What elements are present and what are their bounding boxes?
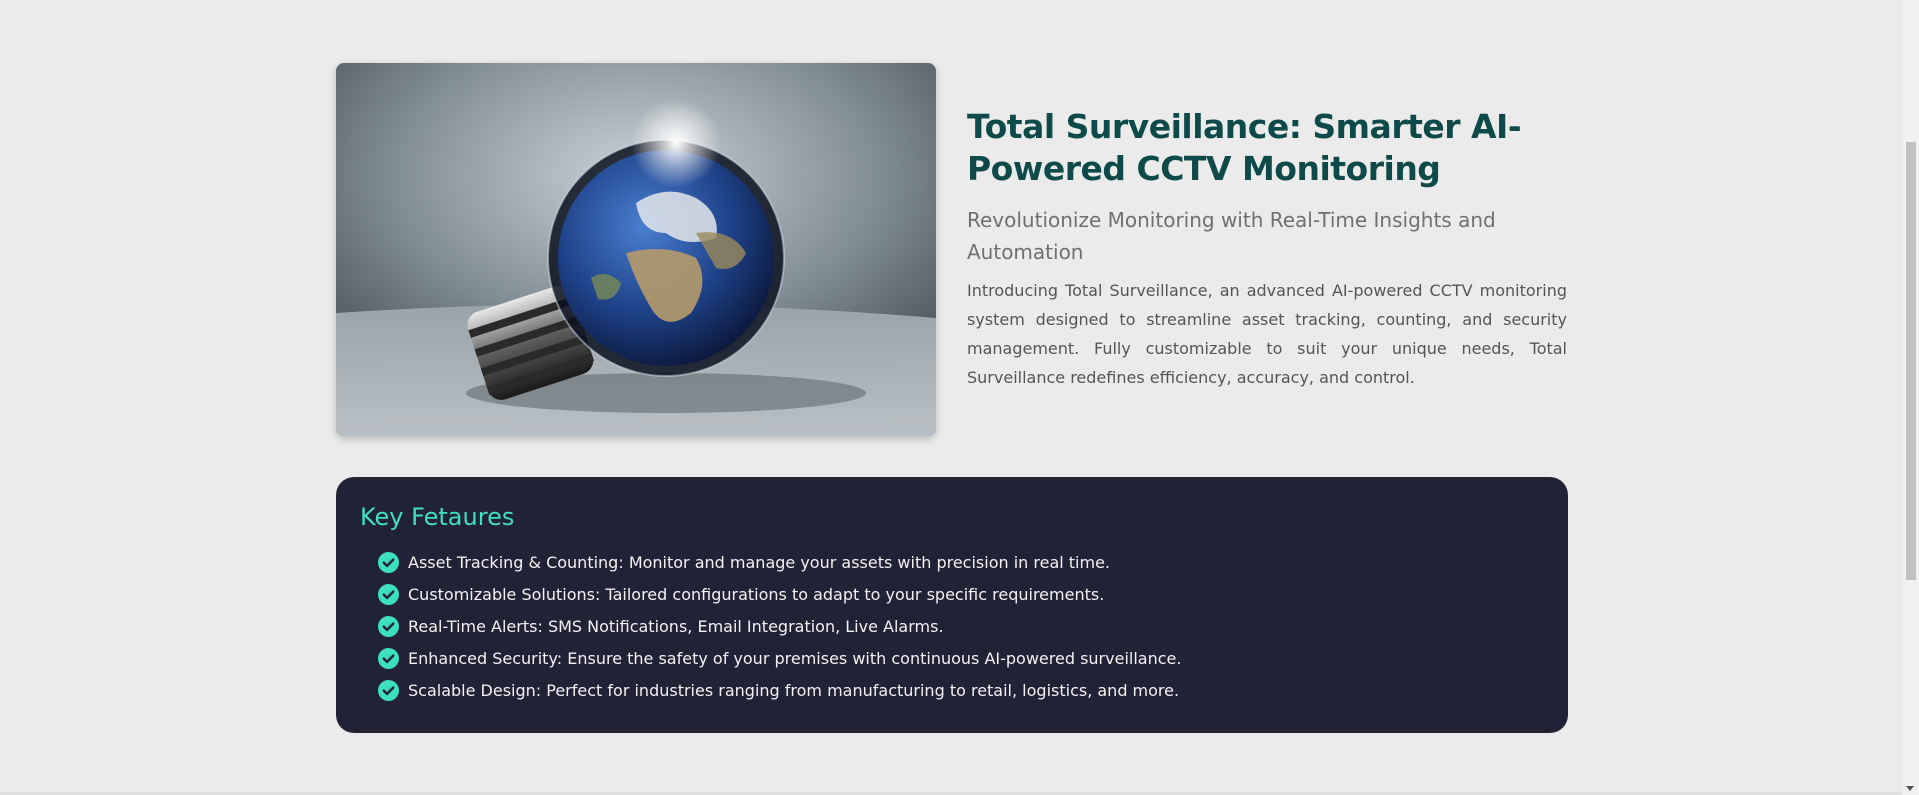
check-circle-icon bbox=[378, 647, 399, 669]
check-circle-icon bbox=[378, 615, 399, 637]
key-features-title: Key Fetaures bbox=[360, 503, 515, 531]
page: Total Surveillance: Smarter AI-Powered C… bbox=[0, 0, 1919, 795]
list-item: Asset Tracking & Counting: Monitor and m… bbox=[378, 546, 1544, 578]
feature-list: Asset Tracking & Counting: Monitor and m… bbox=[360, 546, 1544, 706]
feature-text: Scalable Design: Perfect for industries … bbox=[408, 680, 1180, 700]
check-circle-icon bbox=[378, 551, 399, 573]
scrollbar-thumb[interactable] bbox=[1906, 142, 1916, 580]
list-item: Real-Time Alerts: SMS Notifications, Ema… bbox=[378, 610, 1544, 642]
list-item: Customizable Solutions: Tailored configu… bbox=[378, 578, 1544, 610]
list-item: Scalable Design: Perfect for industries … bbox=[378, 674, 1544, 706]
page-title: Total Surveillance: Smarter AI-Powered C… bbox=[967, 107, 1522, 188]
feature-text: Real-Time Alerts: SMS Notifications, Ema… bbox=[408, 616, 944, 636]
check-circle-icon bbox=[378, 583, 399, 605]
list-item: Enhanced Security: Ensure the safety of … bbox=[378, 642, 1544, 674]
feature-text: Asset Tracking & Counting: Monitor and m… bbox=[408, 552, 1111, 572]
check-circle-icon bbox=[378, 679, 399, 701]
intro-description: Introducing Total Surveillance, an advan… bbox=[967, 281, 1567, 387]
intro-section: Total Surveillance: Smarter AI-Powered C… bbox=[967, 106, 1567, 392]
vertical-scrollbar[interactable] bbox=[1902, 0, 1919, 795]
feature-text: Enhanced Security: Ensure the safety of … bbox=[408, 648, 1182, 668]
page-subtitle: Revolutionize Monitoring with Real-Time … bbox=[967, 208, 1496, 264]
scroll-down-arrow-icon[interactable] bbox=[1906, 786, 1914, 791]
feature-text: Customizable Solutions: Tailored configu… bbox=[408, 584, 1105, 604]
key-features-panel: Key Fetaures Asset Tracking & Counting: … bbox=[336, 477, 1568, 733]
hero-image bbox=[336, 63, 936, 436]
earth-lightbulb-image bbox=[336, 63, 936, 436]
